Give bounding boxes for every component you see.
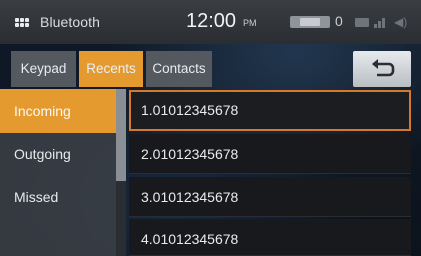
call-list-item[interactable]: 1.01012345678 — [129, 90, 411, 131]
battery-icon — [290, 16, 330, 28]
phone-count-indicator: 0 — [335, 13, 343, 29]
signal-strength-icon — [374, 16, 388, 28]
return-arrow-icon — [372, 59, 395, 77]
audio-source-label: Bluetooth — [40, 14, 101, 30]
call-list-item[interactable]: 2.01012345678 — [129, 134, 411, 174]
tab-keypad[interactable]: Keypad — [11, 51, 76, 87]
filter-outgoing[interactable]: Outgoing — [0, 132, 116, 176]
scrollbar-thumb[interactable] — [116, 89, 126, 181]
back-button[interactable] — [353, 51, 411, 87]
clock-time: 12:00 — [186, 10, 237, 32]
filter-missed[interactable]: Missed — [0, 175, 116, 219]
filter-incoming[interactable]: Incoming — [0, 89, 116, 133]
tab-recents[interactable]: Recents — [79, 51, 143, 87]
tab-contacts[interactable]: Contacts — [146, 51, 212, 87]
speaker-icon: ◀) — [394, 15, 408, 29]
call-list-item[interactable]: 3.01012345678 — [129, 177, 411, 217]
apps-grid-icon[interactable] — [15, 18, 29, 28]
message-icon — [355, 18, 369, 27]
battery-badge — [300, 18, 320, 26]
call-list-item[interactable]: 4.01012345678 — [129, 219, 411, 256]
clock-ampm: PM — [243, 18, 257, 28]
status-bar: Bluetooth 12:00 PM 0 ◀) — [0, 0, 421, 44]
